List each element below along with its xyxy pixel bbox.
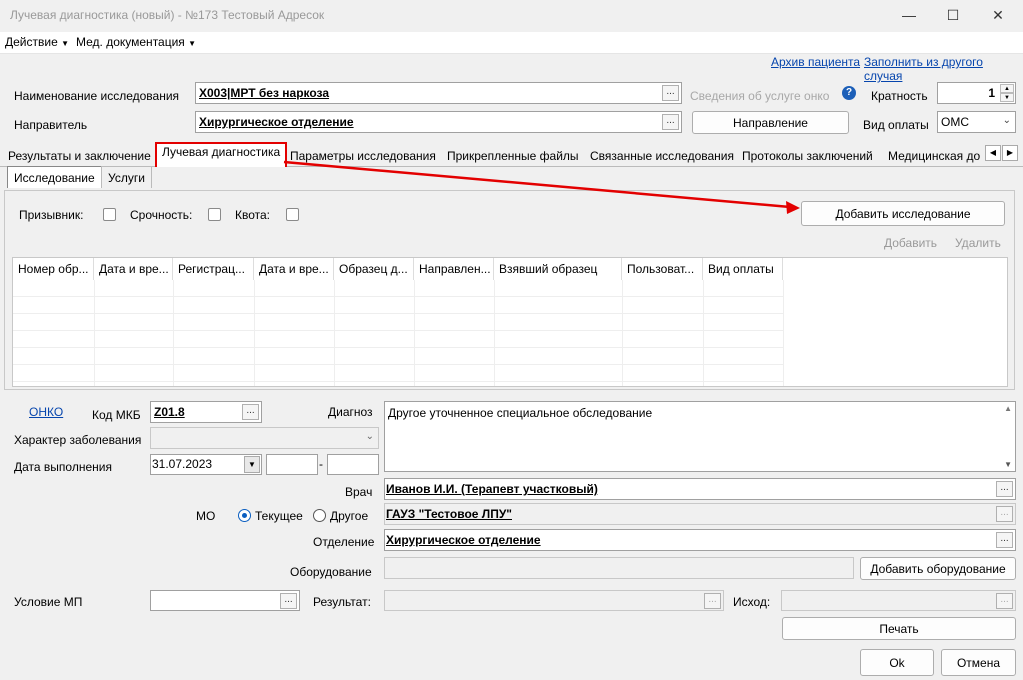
table-column-header[interactable]: Дата и вре...	[254, 258, 334, 280]
table-column-header[interactable]: Образец д...	[334, 258, 414, 280]
table-column-header[interactable]: Направлен...	[414, 258, 494, 280]
ellipsis-icon[interactable]: ...	[996, 481, 1013, 497]
department-value: Хирургическое отделение	[386, 533, 541, 547]
outcome-label: Исход:	[733, 595, 771, 609]
diagnosis-textarea[interactable]: Другое уточненное специальное обследован…	[384, 401, 1016, 472]
table-column-header[interactable]: Вид оплаты	[703, 258, 783, 280]
department-label: Отделение	[313, 535, 375, 549]
print-button[interactable]: Печать	[782, 617, 1016, 640]
condition-field[interactable]: ...	[150, 590, 300, 611]
table-row[interactable]	[13, 365, 783, 382]
grid-delete-action[interactable]: Удалить	[955, 236, 1001, 250]
mo-current-radio[interactable]	[238, 509, 251, 522]
calendar-dropdown-icon[interactable]: ▼	[244, 456, 260, 473]
table-header: Номер обр... Дата и вре... Регистрац... Дат…	[13, 258, 783, 280]
mo-other-radio[interactable]	[313, 509, 326, 522]
equipment-field[interactable]	[384, 557, 854, 579]
onko-link[interactable]: ОНКО	[29, 405, 63, 419]
department-field[interactable]: Хирургическое отделение ...	[384, 529, 1016, 551]
mo-other-label: Другое	[330, 509, 369, 523]
table-row[interactable]	[13, 348, 783, 365]
ellipsis-icon[interactable]: ...	[996, 532, 1013, 548]
table-row[interactable]	[13, 331, 783, 348]
scroll-down-icon[interactable]: ▼	[1004, 460, 1012, 469]
cancel-button[interactable]: Отмена	[941, 649, 1016, 676]
ok-button[interactable]: Ok	[860, 649, 934, 676]
mo-label: МО	[196, 509, 216, 523]
scroll-up-icon[interactable]: ▲	[1004, 404, 1012, 413]
date-value: 31.07.2023	[152, 457, 213, 471]
character-select[interactable]: ⌄	[150, 427, 379, 449]
doctor-value: Иванов И.И. (Терапевт участковый)	[386, 482, 598, 496]
equipment-label: Оборудование	[290, 565, 372, 579]
ellipsis-icon[interactable]: ...	[280, 593, 297, 609]
condition-label: Условие МП	[14, 595, 83, 609]
diagnosis-label: Диагноз	[328, 405, 373, 419]
mo-field[interactable]: ГАУЗ "Тестовое ЛПУ" ...	[384, 503, 1016, 525]
doctor-field[interactable]: Иванов И.И. (Терапевт участковый) ...	[384, 478, 1016, 500]
table-column-header[interactable]: Взявший образец	[494, 258, 622, 280]
table-column-header[interactable]: Дата и вре...	[94, 258, 173, 280]
date-field[interactable]: 31.07.2023 ▼	[150, 454, 262, 475]
ellipsis-icon[interactable]: ...	[996, 593, 1013, 609]
result-field[interactable]: ...	[384, 590, 724, 611]
mo-current-label: Текущее	[255, 509, 303, 523]
diagnosis-value: Другое уточненное специальное обследован…	[388, 406, 653, 420]
result-label: Результат:	[313, 595, 371, 609]
character-label: Характер заболевания	[14, 433, 142, 447]
table-row[interactable]	[13, 314, 783, 331]
table-column-header[interactable]: Номер обр...	[13, 258, 94, 280]
doctor-label: Врач	[345, 485, 373, 499]
grid-add-action[interactable]: Добавить	[884, 236, 937, 250]
outcome-field[interactable]: ...	[781, 590, 1016, 611]
mkb-label: Код МКБ	[92, 408, 141, 422]
time-from-field[interactable]	[266, 454, 318, 475]
date-label: Дата выполнения	[14, 460, 112, 474]
table-column-header[interactable]: Регистрац...	[173, 258, 254, 280]
mkb-value: Z01.8	[154, 405, 185, 419]
ellipsis-icon[interactable]: ...	[704, 593, 721, 609]
table-column-header[interactable]: Пользоват...	[622, 258, 703, 280]
ellipsis-icon[interactable]: ...	[996, 506, 1013, 522]
chevron-down-icon: ⌄	[365, 431, 374, 442]
time-dash: -	[319, 457, 323, 471]
ellipsis-icon[interactable]: ...	[242, 404, 259, 420]
table-row[interactable]	[13, 297, 783, 314]
table-row[interactable]	[13, 280, 783, 297]
time-to-field[interactable]	[327, 454, 379, 475]
studies-table: Номер обр... Дата и вре... Регистрац... Дат…	[12, 257, 1008, 387]
mo-value: ГАУЗ "Тестовое ЛПУ"	[386, 507, 512, 521]
mkb-field[interactable]: Z01.8 ...	[150, 401, 262, 423]
add-equipment-button[interactable]: Добавить оборудование	[860, 557, 1016, 580]
table-column-divider	[783, 280, 784, 386]
